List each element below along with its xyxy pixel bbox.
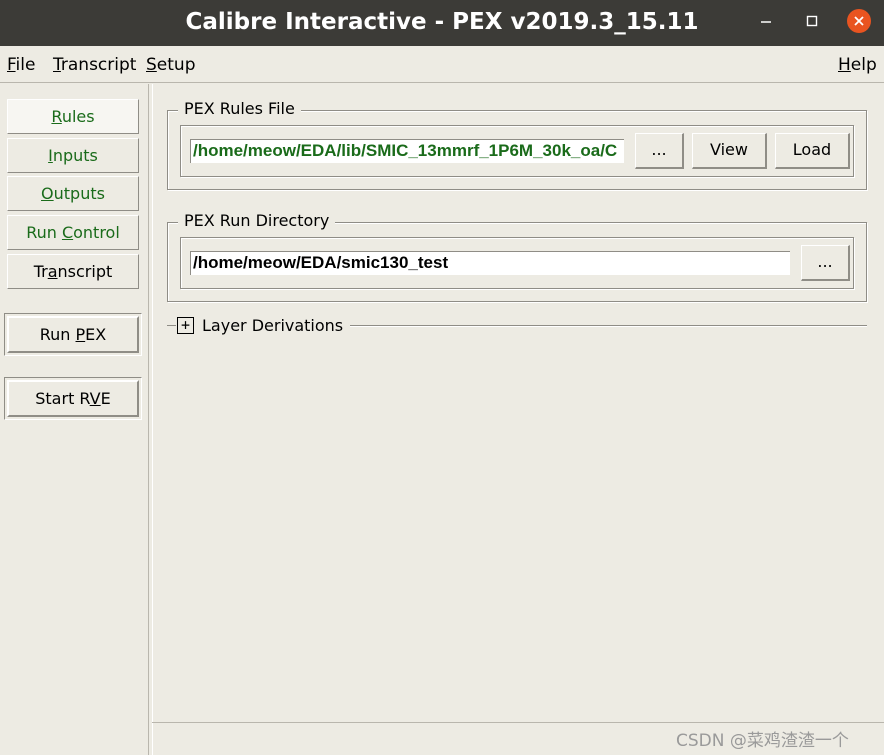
sidebar-divider — [152, 84, 153, 755]
sidebar: Rules Inputs Outputs Run Control Transcr… — [0, 84, 149, 755]
rules-file-group: PEX Rules File /home/meow/EDA/lib/SMIC_1… — [167, 99, 867, 190]
layer-derivations-section: + Layer Derivations — [167, 316, 867, 336]
sidebar-item-rules[interactable]: Rules — [7, 99, 139, 134]
run-dir-label: PEX Run Directory — [178, 211, 336, 230]
rules-file-view-button[interactable]: View — [692, 133, 767, 169]
rules-file-browse-button[interactable]: ... — [635, 133, 684, 169]
run-pex-button[interactable]: Run PEX — [7, 316, 139, 353]
expand-toggle-icon[interactable]: + — [177, 317, 194, 334]
rules-file-load-button[interactable]: Load — [775, 133, 850, 169]
menu-help[interactable]: Help — [838, 55, 877, 75]
rules-file-label: PEX Rules File — [178, 99, 301, 118]
maximize-icon[interactable] — [799, 8, 825, 34]
minimize-icon[interactable] — [753, 8, 779, 34]
run-dir-row: /home/meow/EDA/smic130_test ... — [180, 237, 854, 289]
menu-setup[interactable]: Setup — [146, 55, 196, 75]
window-title: Calibre Interactive - PEX v2019.3_15.11 — [185, 9, 699, 35]
watermark: CSDN @菜鸡渣渣一个 — [676, 731, 849, 751]
run-dir-group: PEX Run Directory /home/meow/EDA/smic130… — [167, 211, 867, 302]
expander-line-left — [167, 325, 176, 326]
sidebar-item-transcript[interactable]: Transcript — [7, 254, 139, 289]
close-icon[interactable] — [846, 8, 872, 34]
start-rve-button[interactable]: Start RVE — [7, 380, 139, 417]
layer-derivations-label[interactable]: Layer Derivations — [202, 316, 343, 335]
expander-line-right — [350, 325, 867, 326]
run-dir-input[interactable]: /home/meow/EDA/smic130_test — [190, 251, 790, 275]
menu-transcript[interactable]: Transcript — [53, 55, 136, 75]
menu-bar: File Transcript Setup Help — [0, 46, 884, 83]
sidebar-item-inputs[interactable]: Inputs — [7, 138, 139, 173]
sidebar-item-outputs[interactable]: Outputs — [7, 176, 139, 211]
run-dir-browse-button[interactable]: ... — [801, 245, 850, 281]
title-bar: Calibre Interactive - PEX v2019.3_15.11 — [0, 0, 884, 46]
menu-file[interactable]: File — [7, 55, 35, 75]
rules-file-input[interactable]: /home/meow/EDA/lib/SMIC_13mmrf_1P6M_30k_… — [190, 139, 624, 163]
sidebar-item-run-control[interactable]: Run Control — [7, 215, 139, 250]
rules-file-row: /home/meow/EDA/lib/SMIC_13mmrf_1P6M_30k_… — [180, 125, 854, 177]
status-divider — [152, 722, 884, 723]
